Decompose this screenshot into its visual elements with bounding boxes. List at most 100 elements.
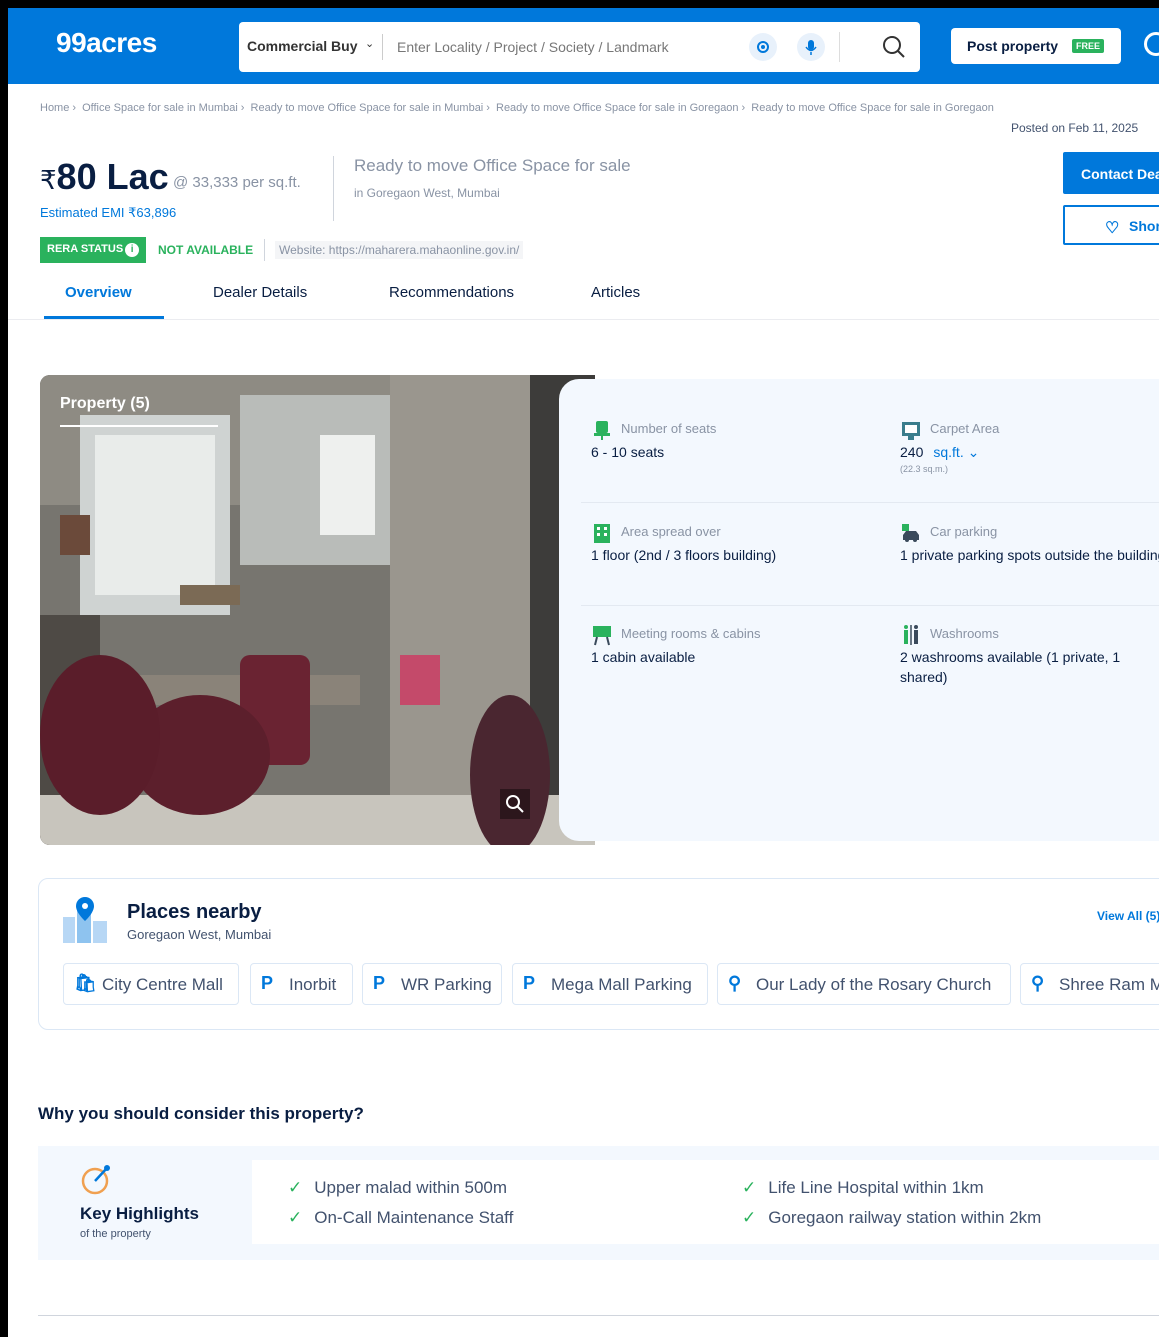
locate-icon[interactable]: [749, 33, 777, 61]
detail-car-parking: Car parking 1 private parking spots outs…: [900, 524, 1159, 565]
place-chip-label: City Centre Mall: [102, 975, 223, 994]
places-nearby-title: Places nearby: [127, 901, 262, 923]
rera-website: Website: https://maharera.mahaonline.gov…: [264, 239, 524, 261]
detail-value: 1 floor (2nd / 3 floors building): [591, 547, 777, 563]
place-chip-label: Mega Mall Parking: [551, 975, 692, 994]
rera-status-label: RERA STATUS: [47, 243, 124, 255]
place-chip[interactable]: ⚲ Shree Ram M: [1020, 963, 1159, 1005]
price-value: 80 Lac: [56, 156, 169, 197]
price: ₹80 Lac: [40, 156, 169, 198]
place-chip-label: Inorbit: [289, 975, 337, 994]
breadcrumb-separator: ›: [72, 102, 77, 114]
parking-icon: P: [523, 973, 536, 993]
meeting-icon: [593, 626, 611, 646]
estimated-emi-link[interactable]: Estimated EMI ₹63,896: [40, 205, 176, 221]
chevron-down-icon[interactable]: ⌄: [365, 37, 374, 50]
detail-value: 6 - 10 seats: [591, 444, 665, 460]
top-navbar: 99acres Commercial Buy ⌄ Post property F…: [8, 8, 1159, 84]
breadcrumb-separator: ›: [240, 102, 245, 114]
logo[interactable]: 99acres: [56, 27, 157, 59]
info-icon[interactable]: i: [125, 243, 140, 257]
active-tab-indicator: [44, 316, 164, 319]
account-icon[interactable]: [1144, 32, 1159, 56]
detail-key: Washrooms: [930, 626, 999, 641]
search-icon[interactable]: [879, 32, 909, 62]
parking-icon: P: [373, 973, 386, 993]
places-nearby-subtitle: Goregaon West, Mumbai: [127, 927, 272, 942]
carpet-area-metric: (22.3 sq.m.): [900, 464, 949, 474]
photo-count-label[interactable]: Property (5): [60, 395, 150, 413]
place-chip-label: Our Lady of the Rosary Church: [756, 975, 992, 994]
highlights-list: ✓ Upper malad within 500m ✓ Life Line Hosp…: [252, 1160, 1159, 1244]
key-highlights-subtitle: of the property: [80, 1228, 151, 1240]
place-chip[interactable]: ⚲ Our Lady of the Rosary Church: [717, 963, 1011, 1005]
highlight-item: ✓ Goregaon railway station within 2km: [742, 1208, 1041, 1228]
places-nearby-icon: [63, 897, 107, 943]
divider: [839, 32, 840, 62]
rera-website-text[interactable]: Website: https://maharera.mahaonline.gov…: [275, 241, 524, 259]
detail-value: 2 washrooms available (1 private, 1 shar…: [900, 649, 1121, 685]
breadcrumb-item[interactable]: Ready to move Office Space for sale in G…: [751, 102, 994, 114]
breadcrumb-item[interactable]: Ready to move Office Space for sale in M…: [251, 102, 484, 114]
check-icon: ✓: [288, 1208, 303, 1227]
view-all-link[interactable]: View All (5): [1097, 909, 1159, 923]
search-input[interactable]: [397, 34, 737, 60]
check-icon: ✓: [742, 1208, 757, 1227]
heart-icon: ♡: [1105, 220, 1120, 237]
microphone-icon[interactable]: [797, 33, 825, 61]
rera-status-value: NOT AVAILABLE: [158, 243, 254, 257]
highlight-text: Life Line Hospital within 1km: [768, 1178, 984, 1197]
shortlist-button[interactable]: ♡ Shortlist: [1063, 205, 1159, 245]
location-pin-icon: ⚲: [1031, 973, 1045, 993]
check-icon: ✓: [288, 1178, 303, 1197]
divider: [333, 156, 334, 221]
rera-status-badge[interactable]: RERA STATUS i: [40, 237, 147, 263]
office-photo-image: [40, 375, 595, 845]
place-chip[interactable]: P Mega Mall Parking: [512, 963, 708, 1005]
place-chip-label: Shree Ram M: [1059, 975, 1159, 994]
place-chip[interactable]: 🛍 City Centre Mall: [63, 963, 239, 1005]
detail-key: Meeting rooms & cabins: [621, 626, 761, 641]
category-select[interactable]: Commercial Buy: [247, 38, 357, 54]
shopping-bag-icon: 🛍: [74, 973, 97, 993]
place-chip[interactable]: P WR Parking: [362, 963, 502, 1005]
detail-carpet-area: Carpet Area 240 sq.ft. ⌄ (22.3 sq.m.): [900, 421, 1159, 474]
breadcrumb-separator: ›: [486, 102, 490, 114]
currency-symbol: ₹: [40, 165, 57, 195]
divider: [581, 605, 1159, 606]
detail-key: Carpet Area: [930, 421, 1000, 436]
property-photo[interactable]: Property (5): [40, 375, 595, 845]
tab-overview[interactable]: Overview: [65, 284, 132, 301]
highlight-text: On-Call Maintenance Staff: [314, 1208, 514, 1227]
post-property-button[interactable]: Post property FREE: [951, 28, 1121, 64]
tab-recommendations[interactable]: Recommendations: [389, 284, 514, 301]
divider: [581, 502, 1159, 503]
tab-articles[interactable]: Articles: [591, 284, 640, 301]
breadcrumb-item[interactable]: Office Space for sale in Mumbai: [82, 102, 238, 114]
why-consider-heading: Why you should consider this property?: [38, 1104, 364, 1123]
section-tabs: Overview Dealer Details Recommendations …: [8, 278, 1159, 320]
contact-dealer-button[interactable]: Contact Dealer: [1063, 152, 1159, 194]
search-bar: Commercial Buy ⌄: [239, 22, 920, 72]
breadcrumb-item[interactable]: Ready to move Office Space for sale in G…: [496, 102, 739, 114]
car-icon: [902, 524, 919, 542]
location-pin-icon: ⚲: [728, 973, 742, 993]
breadcrumb-separator: ›: [741, 102, 746, 114]
page: 99acres Commercial Buy ⌄ Post property F…: [0, 0, 1159, 1337]
parking-icon: P: [261, 973, 274, 993]
property-location: in Goregaon West, Mumbai: [354, 186, 500, 200]
zoom-icon[interactable]: [500, 789, 530, 819]
breadcrumb: Home › Office Space for sale in Mumbai › R…: [40, 102, 997, 114]
place-chip[interactable]: P Inorbit: [250, 963, 353, 1005]
detail-seats: Number of seats 6 - 10 seats: [591, 421, 871, 462]
check-icon: ✓: [742, 1178, 757, 1197]
tab-dealer-details[interactable]: Dealer Details: [213, 284, 307, 301]
unit-select[interactable]: sq.ft. ⌄: [933, 444, 979, 460]
price-per-sqft: @ 33,333 per sq.ft.: [173, 174, 301, 191]
breadcrumb-item[interactable]: Home: [40, 102, 69, 114]
target-icon: [81, 1165, 110, 1195]
detail-washrooms: Washrooms 2 washrooms available (1 priva…: [900, 625, 1159, 687]
highlight-item: ✓ Life Line Hospital within 1km: [742, 1178, 984, 1198]
detail-value: 240 sq.ft. ⌄: [900, 442, 1159, 462]
detail-value: 1 private parking spots outside the buil…: [900, 547, 1159, 563]
